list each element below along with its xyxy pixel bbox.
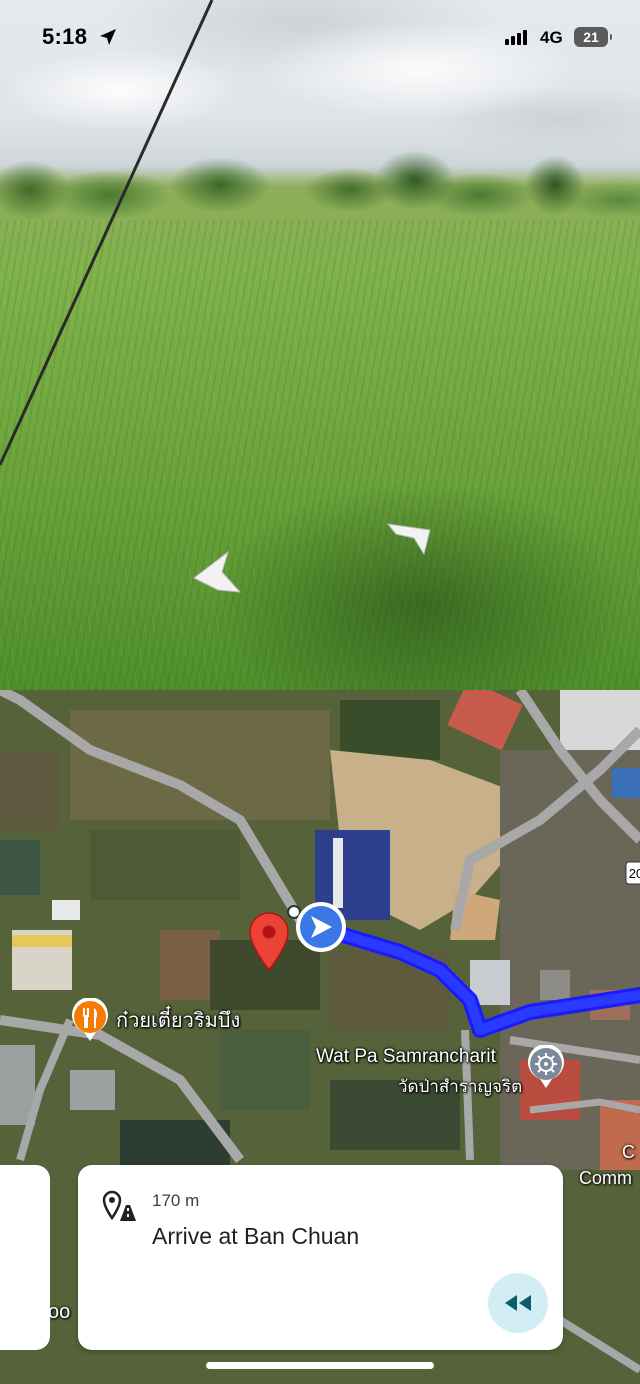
- battery-icon: 21: [574, 27, 612, 47]
- home-indicator[interactable]: [206, 1362, 434, 1369]
- step-instruction: Arrive at Ban Chuan: [152, 1223, 360, 1249]
- step-distance: 170 m: [152, 1191, 200, 1210]
- street-view-panorama[interactable]: [0, 0, 640, 690]
- temple-icon[interactable]: [526, 1045, 566, 1089]
- rewind-button[interactable]: [488, 1273, 548, 1333]
- temple-label-th[interactable]: วัดป่าสำราญจริต: [398, 1073, 522, 1100]
- status-time: 5:18: [42, 24, 88, 49]
- street-nav-arrow-left[interactable]: [192, 550, 242, 598]
- map-label-c: C: [622, 1142, 635, 1162]
- map-label-fragment: oo: [48, 1301, 71, 1323]
- status-bar: 5:18 4G 21: [0, 0, 640, 76]
- rewind-icon: [505, 1295, 531, 1311]
- power-wire: [0, 0, 214, 466]
- route-pin-icon: [102, 1190, 136, 1221]
- location-arrow-icon: [100, 29, 116, 45]
- temple-label-en[interactable]: Wat Pa Samrancharit: [316, 1046, 496, 1068]
- network-type: 4G: [540, 28, 563, 47]
- destination-pin-icon[interactable]: [248, 912, 290, 972]
- current-position-icon[interactable]: [294, 900, 348, 954]
- cellular-signal-icon: [505, 30, 527, 45]
- previous-step-card[interactable]: [0, 1165, 50, 1350]
- navigation-step-card[interactable]: 170 m Arrive at Ban Chuan: [78, 1165, 563, 1350]
- road-shield-label: 20: [629, 866, 640, 881]
- street-nav-arrow-right[interactable]: [384, 518, 434, 558]
- map-label-comm: Comm: [579, 1168, 632, 1188]
- restaurant-icon[interactable]: [70, 998, 110, 1042]
- restaurant-label[interactable]: ก๋วยเตี๋ยวริมบึง: [116, 1004, 240, 1036]
